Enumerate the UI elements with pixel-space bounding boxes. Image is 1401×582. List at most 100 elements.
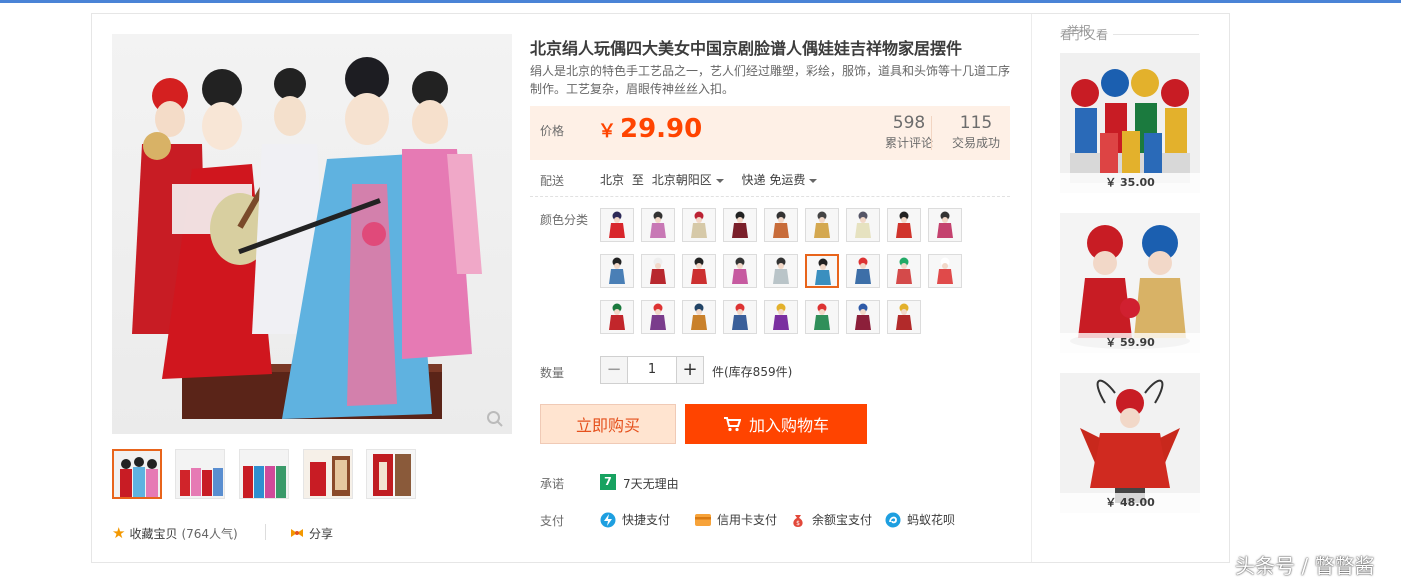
color-swatch[interactable] bbox=[723, 254, 757, 288]
color-swatch[interactable] bbox=[600, 208, 634, 242]
deals-count: 115 bbox=[959, 113, 993, 133]
recommended-price: ￥ 48.00 bbox=[1060, 493, 1200, 513]
swatch-doll-icon bbox=[642, 209, 674, 241]
watermark: 头条号 / 瞥瞥酱 bbox=[1235, 554, 1375, 578]
swatch-doll-icon bbox=[765, 301, 797, 333]
quantity-input[interactable]: 1 bbox=[628, 356, 676, 384]
color-swatch[interactable] bbox=[641, 208, 675, 242]
price-value: ￥ 29.90 bbox=[598, 114, 702, 144]
color-swatch[interactable] bbox=[805, 300, 839, 334]
swatch-doll-icon bbox=[683, 301, 715, 333]
swatch-doll-icon bbox=[806, 301, 838, 333]
swatch-doll-icon bbox=[806, 209, 838, 241]
shipping-label: 配送 bbox=[540, 174, 565, 188]
payment-method-label: 快捷支付 bbox=[622, 513, 671, 527]
action-separator bbox=[265, 524, 266, 540]
thumbnail-1[interactable] bbox=[112, 449, 162, 499]
recommended-price: ￥ 35.00 bbox=[1060, 173, 1200, 193]
ship-destination-select[interactable]: 北京朝阳区 bbox=[652, 173, 724, 187]
quantity-minus-button[interactable]: − bbox=[600, 356, 628, 384]
payment-method-label: 蚂蚁花呗 bbox=[907, 513, 956, 527]
chevron-down-icon bbox=[715, 178, 724, 183]
zoom-icon[interactable] bbox=[486, 410, 504, 428]
color-swatch[interactable] bbox=[887, 300, 921, 334]
heading-rule bbox=[1113, 34, 1199, 35]
thumbnail-3[interactable] bbox=[239, 449, 289, 499]
reviews-count: 598 bbox=[892, 113, 926, 133]
share-icon bbox=[291, 529, 303, 537]
thumbnail-4[interactable] bbox=[303, 449, 353, 499]
payment-method-label: 余额宝支付 bbox=[812, 513, 873, 527]
payment-label: 支付 bbox=[540, 514, 565, 528]
ship-destination: 北京朝阳区 bbox=[651, 173, 712, 187]
color-swatch[interactable] bbox=[887, 208, 921, 242]
swatch-doll-icon bbox=[765, 255, 797, 287]
color-swatch[interactable] bbox=[723, 208, 757, 242]
color-swatch[interactable] bbox=[764, 300, 798, 334]
swatch-doll-icon bbox=[765, 209, 797, 241]
recommended-item-image bbox=[1060, 373, 1200, 513]
cart-icon bbox=[723, 417, 741, 432]
color-swatch[interactable] bbox=[928, 208, 962, 242]
swatch-doll-icon bbox=[847, 255, 879, 287]
thumbnail-image bbox=[240, 450, 288, 498]
color-swatch[interactable] bbox=[600, 254, 634, 288]
color-swatch[interactable] bbox=[682, 254, 716, 288]
swatch-doll-icon bbox=[642, 301, 674, 333]
color-swatch[interactable] bbox=[600, 300, 634, 334]
money-bag-icon: $ bbox=[793, 514, 803, 527]
color-swatch[interactable] bbox=[682, 208, 716, 242]
color-swatch[interactable] bbox=[682, 300, 716, 334]
quantity-plus-button[interactable]: + bbox=[676, 356, 704, 384]
deals-stat: 115 交易成功 bbox=[948, 112, 1004, 151]
swatch-doll-icon bbox=[724, 209, 756, 241]
column-divider bbox=[1031, 14, 1032, 562]
color-swatch[interactable] bbox=[846, 254, 880, 288]
swatch-doll-icon bbox=[724, 301, 756, 333]
recommended-item[interactable]: ￥ 35.00 bbox=[1060, 53, 1200, 193]
reviews-stat[interactable]: 598 累计评论 bbox=[880, 112, 938, 151]
dolls-illustration bbox=[132, 57, 482, 419]
color-swatch[interactable] bbox=[764, 208, 798, 242]
shipping-info: 北京 至 北京朝阳区 快递 免运费 bbox=[600, 171, 818, 188]
payment-method-credit[interactable]: 信用卡支付 bbox=[695, 511, 777, 528]
chevron-down-icon bbox=[809, 178, 818, 183]
ship-method-select[interactable]: 快递 免运费 bbox=[742, 173, 818, 187]
share-button[interactable]: 分享 bbox=[290, 524, 333, 542]
color-swatch[interactable] bbox=[846, 208, 880, 242]
product-title: 北京绢人玩偶四大美女中国京剧脸谱人偶娃娃吉祥物家居摆件 bbox=[530, 39, 963, 58]
color-swatch[interactable] bbox=[723, 300, 757, 334]
buy-now-label: 立即购买 bbox=[575, 416, 640, 435]
swatch-doll-icon bbox=[724, 255, 756, 287]
thumbnail-2[interactable] bbox=[175, 449, 225, 499]
color-swatch[interactable] bbox=[846, 300, 880, 334]
product-subtitle: 绢人是北京的特色手工艺品之一，艺人们经过雕塑，彩绘，服饰，道具和头饰等十几道工序… bbox=[530, 64, 1011, 96]
top-accent-bar bbox=[0, 0, 1401, 3]
promise-label: 承诺 bbox=[540, 477, 565, 491]
color-swatch[interactable] bbox=[641, 300, 675, 334]
payment-method-huabei[interactable]: 蚂蚁花呗 bbox=[885, 511, 955, 528]
color-swatch[interactable] bbox=[805, 254, 839, 288]
thumbnail-5[interactable] bbox=[366, 449, 416, 499]
recommended-item[interactable]: ￥ 59.90 bbox=[1060, 213, 1200, 353]
buy-now-button[interactable]: 立即购买 bbox=[540, 404, 676, 444]
color-swatch[interactable] bbox=[928, 254, 962, 288]
lightning-icon bbox=[600, 512, 616, 527]
swatch-doll-icon bbox=[929, 255, 961, 287]
stat-separator bbox=[931, 116, 932, 150]
color-swatch[interactable] bbox=[641, 254, 675, 288]
payment-method-label: 信用卡支付 bbox=[717, 513, 778, 527]
payment-method-quick[interactable]: 快捷支付 bbox=[600, 511, 670, 528]
color-swatch[interactable] bbox=[805, 208, 839, 242]
seven-day-return-icon: 7 bbox=[600, 474, 616, 490]
favorite-button[interactable]: ★ 收藏宝贝 (764人气) bbox=[112, 524, 238, 542]
add-to-cart-button[interactable]: 加入购物车 bbox=[685, 404, 867, 444]
main-product-image[interactable] bbox=[112, 34, 512, 434]
color-swatch[interactable] bbox=[887, 254, 921, 288]
promise-link[interactable]: 7天无理由 bbox=[623, 475, 679, 492]
payment-method-yuebao[interactable]: $ 余额宝支付 bbox=[790, 511, 872, 528]
swatch-doll-icon bbox=[642, 255, 674, 287]
recommended-item[interactable]: ￥ 48.00 bbox=[1060, 373, 1200, 513]
thumbnail-image bbox=[114, 451, 160, 497]
color-swatch[interactable] bbox=[764, 254, 798, 288]
